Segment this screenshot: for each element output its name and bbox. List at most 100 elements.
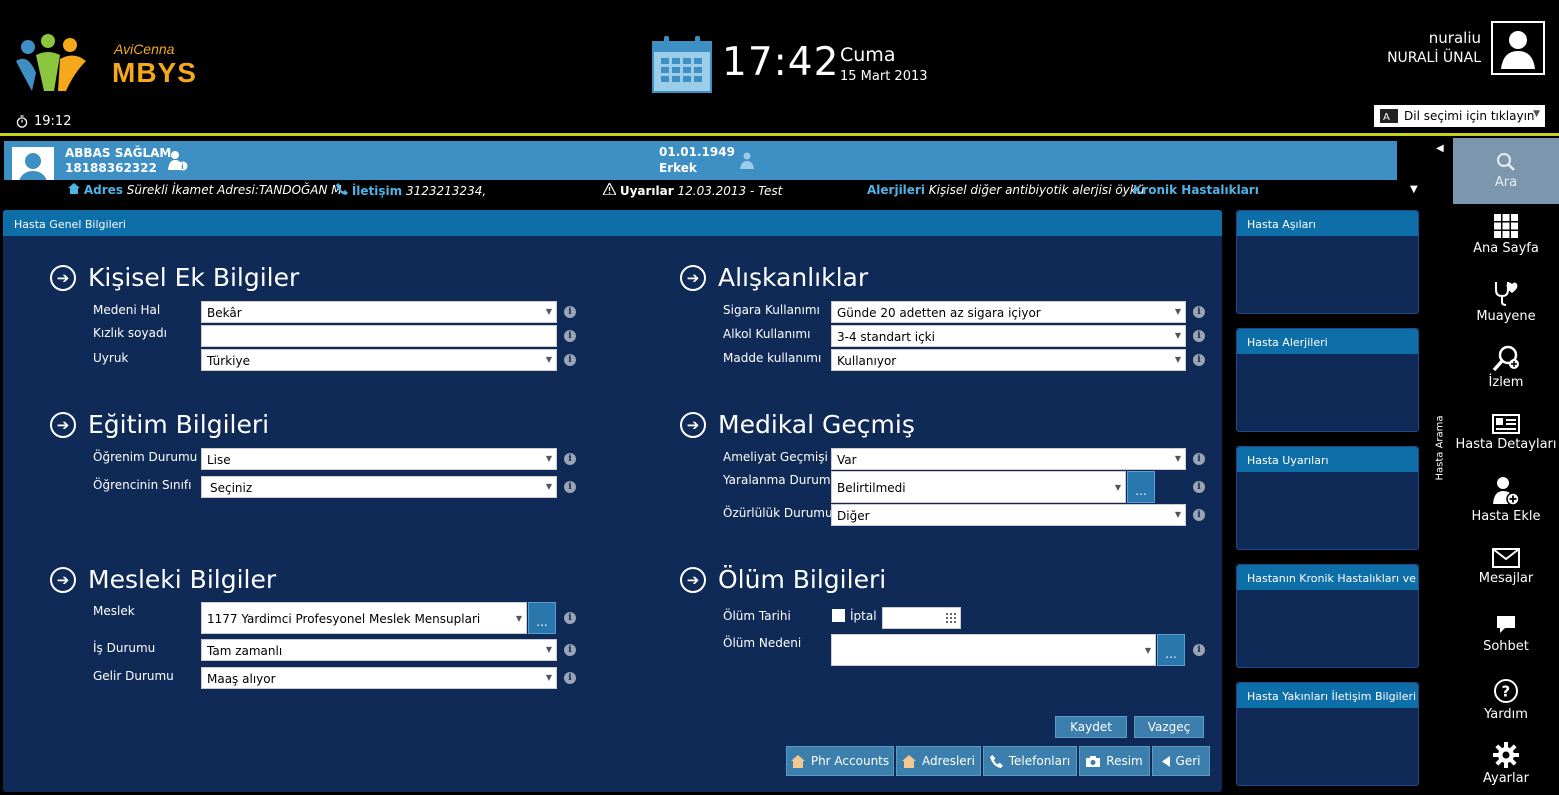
nationality-select[interactable]: Türkiye ▼ xyxy=(201,349,557,371)
right-sidebar: Ara Ana Sayfa Muayene İzlem Hasta Detayl… xyxy=(1453,138,1559,795)
chronic-diseases-card: Hastanın Kronik Hastalıkları ve İlaç xyxy=(1236,564,1419,668)
marital-status-select[interactable]: Bekâr ▼ xyxy=(201,301,557,323)
info-icon[interactable]: i xyxy=(564,644,576,656)
language-select[interactable]: A Dil seçimi için tıklayın ▼ xyxy=(1374,105,1545,127)
save-button[interactable]: Kaydet xyxy=(1055,716,1127,738)
chevron-down-icon: ▼ xyxy=(1174,454,1181,463)
collapse-left-icon[interactable]: ◀ xyxy=(1436,143,1444,154)
info-icon[interactable]: i xyxy=(564,481,576,493)
info-icon[interactable]: i xyxy=(1193,644,1205,656)
sidebar-item-settings[interactable]: Ayarlar xyxy=(1453,742,1559,795)
phr-accounts-button[interactable]: Phr Accounts xyxy=(786,746,894,776)
phones-button[interactable]: Telefonları xyxy=(983,746,1077,776)
income-value: Maaş alıyor xyxy=(207,672,276,686)
logo-subtitle: AviCenna xyxy=(114,41,175,57)
injury-more-button[interactable]: ... xyxy=(1127,471,1155,503)
sidebar-item-monitoring[interactable]: İzlem xyxy=(1453,344,1559,406)
male-icon xyxy=(740,152,754,169)
surgery-label: Ameliyat Geçmişi xyxy=(723,450,828,464)
maiden-name-input[interactable] xyxy=(201,325,557,347)
disability-value: Diğer xyxy=(837,509,870,523)
info-icon[interactable]: i xyxy=(1193,330,1205,342)
chevron-down-icon: ▼ xyxy=(545,454,552,463)
contact-label: İletişim xyxy=(351,184,403,198)
allergies-card-title: Hasta Alerjileri xyxy=(1237,329,1418,354)
cancel-checkbox[interactable] xyxy=(832,609,845,622)
injury-select[interactable]: Belirtilmedi ▼ xyxy=(831,471,1126,503)
death-cause-more-button[interactable]: ... xyxy=(1157,634,1185,666)
death-cause-select[interactable]: ▼ xyxy=(831,634,1156,666)
warnings-card-title: Hasta Uyarıları xyxy=(1237,447,1418,472)
sidebar-item-home[interactable]: Ana Sayfa xyxy=(1453,214,1559,276)
info-icon[interactable]: i xyxy=(564,453,576,465)
income-select[interactable]: Maaş alıyor ▼ xyxy=(201,667,557,689)
clock-day: Cuma xyxy=(840,44,896,66)
sidebar-item-chat[interactable]: Sohbet xyxy=(1453,614,1559,676)
home-people-icon xyxy=(790,754,805,768)
surgery-select[interactable]: Var ▼ xyxy=(831,448,1186,470)
substance-select[interactable]: Kullanıyor ▼ xyxy=(831,349,1186,371)
sidebar-item-help[interactable]: ? Yardım xyxy=(1453,678,1559,740)
address-info[interactable]: Adres Sürekli İkamet Adresi:TANDOĞAN M xyxy=(68,183,342,197)
sidebar-item-label: Hasta Detayları xyxy=(1455,437,1557,452)
user-avatar[interactable] xyxy=(1491,21,1545,75)
language-icon: A xyxy=(1380,109,1398,123)
employment-select[interactable]: Tam zamanlı ▼ xyxy=(201,639,557,661)
sidebar-item-patient-details[interactable]: Hasta Detayları xyxy=(1453,414,1559,476)
disability-select[interactable]: Diğer ▼ xyxy=(831,504,1186,526)
student-grade-label: Öğrencinin Sınıfı xyxy=(93,478,192,492)
patient-search-vertical-label[interactable]: Hasta Arama xyxy=(1435,411,1446,480)
info-icon[interactable]: i xyxy=(1193,481,1205,493)
occupation-more-button[interactable]: ... xyxy=(528,602,556,634)
sidebar-item-search[interactable]: Ara xyxy=(1453,138,1559,204)
warnings-card: Hasta Uyarıları xyxy=(1236,446,1419,550)
section-personal-title: Kişisel Ek Bilgiler xyxy=(88,263,300,292)
expand-down-icon[interactable]: ▼ xyxy=(1410,184,1418,195)
photo-button[interactable]: Resim xyxy=(1079,746,1150,776)
info-icon[interactable]: i xyxy=(1193,306,1205,318)
chronic-info[interactable]: Kronik Hastalıkları xyxy=(1133,183,1259,197)
patient-dob: 01.01.1949 xyxy=(659,145,735,159)
occupation-select[interactable]: 1177 Yardimci Profesyonel Meslek Mensupl… xyxy=(201,602,527,634)
clock-time: 17:42 xyxy=(722,40,840,85)
sidebar-item-add-patient[interactable]: Hasta Ekle xyxy=(1453,476,1559,538)
info-icon[interactable]: i xyxy=(564,330,576,342)
allergies-card: Hasta Alerjileri xyxy=(1236,328,1419,432)
patient-info-icon[interactable]: i xyxy=(168,150,188,172)
sidebar-item-examination[interactable]: Muayene xyxy=(1453,280,1559,342)
warnings-value: 12.03.2013 - Test xyxy=(677,184,783,198)
info-icon[interactable]: i xyxy=(1193,354,1205,366)
addresses-button[interactable]: Adresleri xyxy=(896,746,981,776)
info-icon[interactable]: i xyxy=(564,672,576,684)
chevron-down-icon: ▼ xyxy=(545,482,552,491)
app-window: AviCenna MBYS 19:12 17:42 Cuma 15 Mart 2… xyxy=(0,0,1559,795)
add-user-icon xyxy=(1493,477,1520,506)
employment-label: İş Durumu xyxy=(93,641,156,655)
education-level-select[interactable]: Lise ▼ xyxy=(201,448,557,470)
warnings-label: Uyarılar xyxy=(619,184,674,198)
smoking-select[interactable]: Günde 20 adetten az sigara içiyor ▼ xyxy=(831,301,1186,323)
contact-info[interactable]: İletişim 3123213234, xyxy=(336,183,486,198)
camera-icon xyxy=(1086,755,1101,767)
cancel-button[interactable]: Vazgeç xyxy=(1134,716,1204,738)
info-icon[interactable]: i xyxy=(564,306,576,318)
warning-icon xyxy=(601,181,618,196)
back-button[interactable]: Geri xyxy=(1152,746,1210,776)
info-icon[interactable]: i xyxy=(1193,453,1205,465)
warnings-info[interactable]: Uyarılar 12.03.2013 - Test xyxy=(601,181,783,198)
info-icon[interactable]: i xyxy=(564,354,576,366)
info-icon[interactable]: i xyxy=(1193,509,1205,521)
injury-value: Belirtilmedi xyxy=(837,481,906,495)
maiden-name-label: Kızlık soyadı xyxy=(93,326,167,340)
svg-text:i: i xyxy=(181,163,183,171)
info-icon[interactable]: i xyxy=(564,612,576,624)
sidebar-item-messages[interactable]: Mesajlar xyxy=(1453,548,1559,610)
chevron-down-icon: ▼ xyxy=(545,673,552,682)
alcohol-select[interactable]: 3-4 standart içki ▼ xyxy=(831,325,1186,347)
allergies-info[interactable]: Alerjileri Kişisel diğer antibiyotik ale… xyxy=(867,183,1144,197)
death-date-picker[interactable] xyxy=(882,607,961,629)
gear-icon xyxy=(1493,742,1519,768)
chat-bubble-icon xyxy=(1497,616,1515,633)
student-grade-select[interactable]: Seçiniz ▼ xyxy=(201,476,557,498)
section-education: ➔ Eğitim Bilgileri xyxy=(50,410,269,439)
